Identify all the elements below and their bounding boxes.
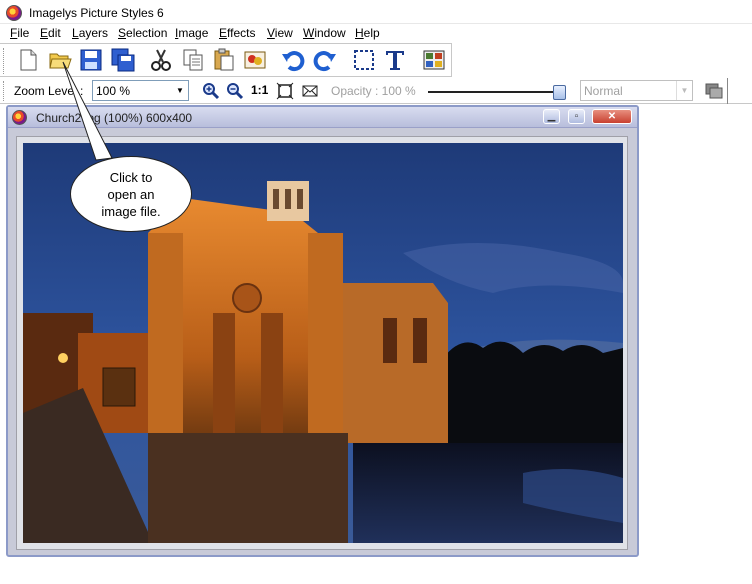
- menu-view[interactable]: View: [267, 26, 293, 40]
- zoom-in-icon: [203, 83, 220, 100]
- callout-line-3: image file.: [101, 203, 161, 219]
- maximize-icon: ▫: [574, 111, 579, 122]
- minimize-button[interactable]: ▁: [543, 109, 560, 124]
- fit-window-icon: [276, 82, 294, 100]
- toolbar-grip[interactable]: [3, 48, 6, 74]
- menu-selection[interactable]: Selection: [118, 26, 167, 40]
- menu-window[interactable]: Window: [303, 26, 346, 40]
- chevron-down-icon[interactable]: ▼: [172, 81, 188, 100]
- zoom-level-label: Zoom Level :: [14, 84, 84, 98]
- blend-mode-value: Normal: [584, 84, 623, 98]
- fit-window-button[interactable]: [275, 81, 295, 101]
- image-grid-icon: [423, 50, 445, 70]
- callout-line-2: open an: [107, 186, 155, 202]
- minimize-icon: ▁: [547, 111, 556, 122]
- paste-special-button[interactable]: [242, 47, 268, 73]
- close-icon: ✕: [607, 111, 617, 122]
- main-toolbar: [0, 43, 452, 77]
- save-all-icon: [111, 48, 135, 72]
- blend-mode-select[interactable]: Normal ▼: [580, 80, 693, 101]
- menu-image[interactable]: Image: [175, 26, 208, 40]
- save-button[interactable]: [78, 47, 104, 73]
- app-title: Imagelys Picture Styles 6: [29, 6, 164, 20]
- options-bar: Zoom Level : 100 % ▼ 1:1 Opacity : 100 %…: [0, 78, 752, 104]
- opacity-slider-track[interactable]: [428, 91, 562, 93]
- cut-button[interactable]: [148, 47, 174, 73]
- paste-special-icon: [244, 51, 266, 69]
- new-file-icon: [20, 49, 37, 71]
- zoom-out-button[interactable]: [225, 81, 245, 101]
- options-divider: [727, 78, 728, 104]
- open-folder-icon: [49, 53, 72, 69]
- zoom-level-value: 100 %: [96, 84, 131, 98]
- callout-line-1: Click to: [109, 169, 153, 185]
- maximize-button[interactable]: ▫: [568, 109, 585, 124]
- document-title: Church2.jpg (100%) 600x400: [36, 111, 193, 125]
- opacity-slider-thumb[interactable]: [553, 85, 566, 100]
- close-button[interactable]: ✕: [592, 109, 632, 124]
- paste-icon: [214, 48, 234, 71]
- save-all-button[interactable]: [110, 47, 136, 73]
- actual-size-button[interactable]: 1:1: [251, 83, 268, 97]
- new-file-button[interactable]: [15, 47, 41, 73]
- screen-fit-button[interactable]: [300, 81, 320, 101]
- menu-file[interactable]: File: [10, 26, 29, 40]
- menu-bar: File Edit Layers Selection Image Effects…: [0, 24, 752, 43]
- paste-button[interactable]: [211, 47, 237, 73]
- selection-icon: [354, 50, 374, 70]
- image-grid-button[interactable]: [421, 47, 447, 73]
- redo-icon: [313, 51, 336, 72]
- menu-effects[interactable]: Effects: [219, 26, 255, 40]
- app-logo-icon: [6, 5, 22, 21]
- help-callout: Click to open an image file.: [70, 156, 192, 232]
- zoom-in-button[interactable]: [201, 81, 221, 101]
- selection-button[interactable]: [351, 47, 377, 73]
- undo-button[interactable]: [280, 47, 306, 73]
- document-app-icon: [12, 110, 27, 125]
- menu-layers[interactable]: Layers: [72, 26, 108, 40]
- options-grip[interactable]: [3, 81, 6, 101]
- save-icon: [80, 49, 102, 71]
- document-titlebar[interactable]: Church2.jpg (100%) 600x400 ▁ ▫ ✕: [8, 107, 637, 128]
- open-file-button[interactable]: [47, 47, 73, 73]
- envelope-icon: [302, 85, 318, 97]
- app-titlebar: Imagelys Picture Styles 6: [0, 0, 752, 24]
- undo-icon: [282, 51, 305, 72]
- redo-button[interactable]: [312, 47, 338, 73]
- copy-button[interactable]: [180, 47, 206, 73]
- menu-help[interactable]: Help: [355, 26, 380, 40]
- opacity-label: Opacity : 100 %: [331, 84, 416, 98]
- copy-icon: [183, 49, 203, 71]
- menu-edit[interactable]: Edit: [40, 26, 61, 40]
- zoom-level-select[interactable]: 100 % ▼: [92, 80, 189, 101]
- zoom-out-icon: [227, 83, 244, 100]
- cut-icon: [151, 49, 171, 71]
- text-icon: [386, 51, 404, 70]
- text-tool-button[interactable]: [382, 47, 408, 73]
- layer-merge-icon[interactable]: [704, 81, 724, 101]
- chevron-down-icon[interactable]: ▼: [676, 81, 692, 100]
